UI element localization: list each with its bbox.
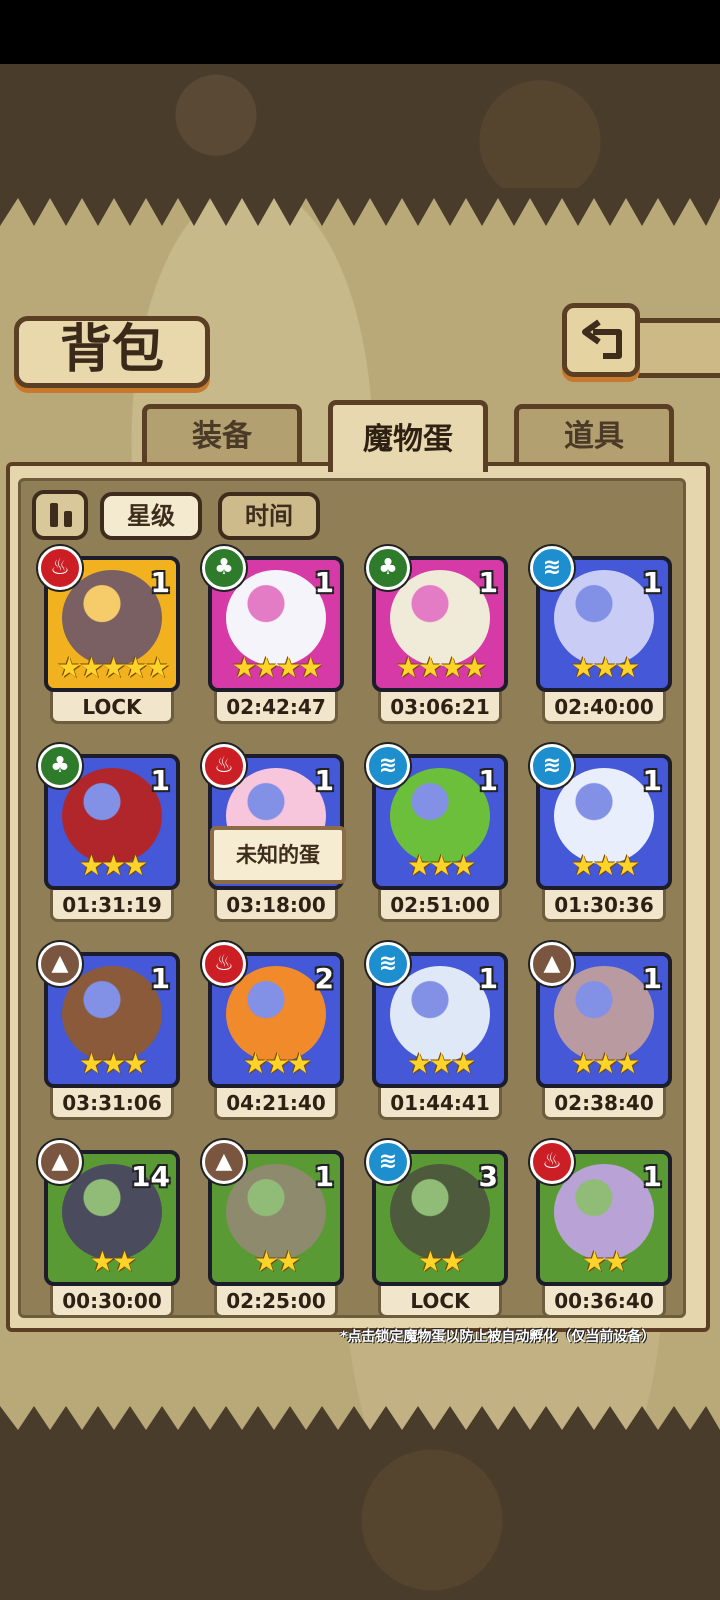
egg-quantity: 1: [150, 962, 170, 995]
egg-quantity: 1: [150, 566, 170, 599]
egg-quantity: 3: [478, 1160, 498, 1193]
egg-star-rating: ★★: [417, 1245, 465, 1278]
sort-by-time-button[interactable]: 时间: [218, 492, 320, 540]
earth-icon: ▲: [530, 942, 574, 986]
fire-icon: ♨: [530, 1140, 574, 1184]
egg-quantity: 1: [150, 764, 170, 797]
sort-bar-icon: [64, 511, 72, 527]
water-icon: ≋: [366, 1140, 410, 1184]
sort-bar-icon: [50, 503, 58, 527]
fire-icon: ♨: [202, 744, 246, 788]
egg-quantity: 14: [131, 1160, 170, 1193]
leaf-icon: ♣: [202, 546, 246, 590]
tab-monster-eggs-label: 魔物蛋: [363, 422, 453, 457]
egg-timer[interactable]: 02:40:00: [542, 692, 666, 724]
leaf-icon: ♣: [38, 744, 82, 788]
tab-equipment[interactable]: 装备: [142, 404, 302, 462]
egg-timer[interactable]: 02:51:00: [378, 890, 502, 922]
water-icon: ≋: [366, 942, 410, 986]
egg-star-rating: ★★★: [406, 1047, 476, 1080]
egg-star-rating: ★★★: [242, 1047, 312, 1080]
egg-tooltip: 未知的蛋: [210, 826, 346, 884]
egg-timer[interactable]: 02:25:00: [214, 1286, 338, 1318]
status-bar: [0, 0, 720, 64]
earth-icon: ▲: [38, 942, 82, 986]
tab-monster-eggs[interactable]: 魔物蛋: [328, 400, 488, 472]
egg-quantity: 1: [314, 566, 334, 599]
egg-quantity: 1: [642, 1160, 662, 1193]
egg-timer[interactable]: 01:44:41: [378, 1088, 502, 1120]
sort-by-stars-button[interactable]: 星级: [100, 492, 202, 540]
egg-star-rating: ★★: [581, 1245, 629, 1278]
zigzag-border-bottom: [0, 1406, 720, 1444]
tab-items-label: 道具: [564, 419, 624, 454]
egg-star-rating: ★★★: [570, 849, 640, 882]
egg-quantity: 1: [314, 1160, 334, 1193]
egg-star-rating: ★★★: [570, 651, 640, 684]
water-icon: ≋: [366, 744, 410, 788]
egg-quantity: 1: [642, 566, 662, 599]
map-background-bottom: [0, 1440, 720, 1600]
egg-timer[interactable]: 03:06:21: [378, 692, 502, 724]
egg-quantity: 1: [642, 764, 662, 797]
egg-quantity: 2: [314, 962, 334, 995]
egg-timer[interactable]: 02:38:40: [542, 1088, 666, 1120]
egg-star-rating: ★★★: [78, 849, 148, 882]
egg-timer[interactable]: 00:30:00: [50, 1286, 174, 1318]
egg-timer[interactable]: LOCK: [378, 1286, 502, 1318]
back-rail: [638, 318, 720, 378]
sort-order-toggle[interactable]: [32, 490, 88, 540]
egg-timer[interactable]: 01:31:19: [50, 890, 174, 922]
egg-star-rating: ★★★★★: [56, 651, 171, 684]
egg-timer[interactable]: 01:30:36: [542, 890, 666, 922]
egg-star-rating: ★★★★: [395, 651, 487, 684]
egg-quantity: 1: [478, 764, 498, 797]
earth-icon: ▲: [202, 1140, 246, 1184]
egg-timer[interactable]: 03:31:06: [50, 1088, 174, 1120]
egg-timer[interactable]: 04:21:40: [214, 1088, 338, 1120]
water-icon: ≋: [530, 546, 574, 590]
egg-quantity: 1: [478, 962, 498, 995]
egg-star-rating: ★★★: [78, 1047, 148, 1080]
egg-star-rating: ★★★: [406, 849, 476, 882]
egg-quantity: 1: [314, 764, 334, 797]
earth-icon: ▲: [38, 1140, 82, 1184]
page-title: 背包: [59, 319, 164, 380]
egg-quantity: 1: [478, 566, 498, 599]
egg-star-rating: ★★★: [570, 1047, 640, 1080]
tab-equipment-label: 装备: [192, 419, 252, 454]
lock-footnote: *点击锁定魔物蛋以防止被自动孵化（仅当前设备）: [340, 1329, 656, 1345]
egg-timer[interactable]: 00:36:40: [542, 1286, 666, 1318]
tab-items[interactable]: 道具: [514, 404, 674, 462]
egg-star-rating: ★★: [253, 1245, 301, 1278]
water-icon: ≋: [530, 744, 574, 788]
egg-star-rating: ★★: [89, 1245, 137, 1278]
egg-timer[interactable]: LOCK: [50, 692, 174, 724]
back-button[interactable]: [562, 303, 640, 377]
egg-quantity: 1: [642, 962, 662, 995]
egg-timer[interactable]: 02:42:47: [214, 692, 338, 724]
fire-icon: ♨: [38, 546, 82, 590]
back-arrow-icon: [582, 319, 622, 359]
leaf-icon: ♣: [366, 546, 410, 590]
fire-icon: ♨: [202, 942, 246, 986]
egg-timer[interactable]: 03:18:00: [214, 890, 338, 922]
map-background-top: [0, 64, 720, 192]
zigzag-border-top: [0, 188, 720, 226]
egg-star-rating: ★★★★: [231, 651, 323, 684]
